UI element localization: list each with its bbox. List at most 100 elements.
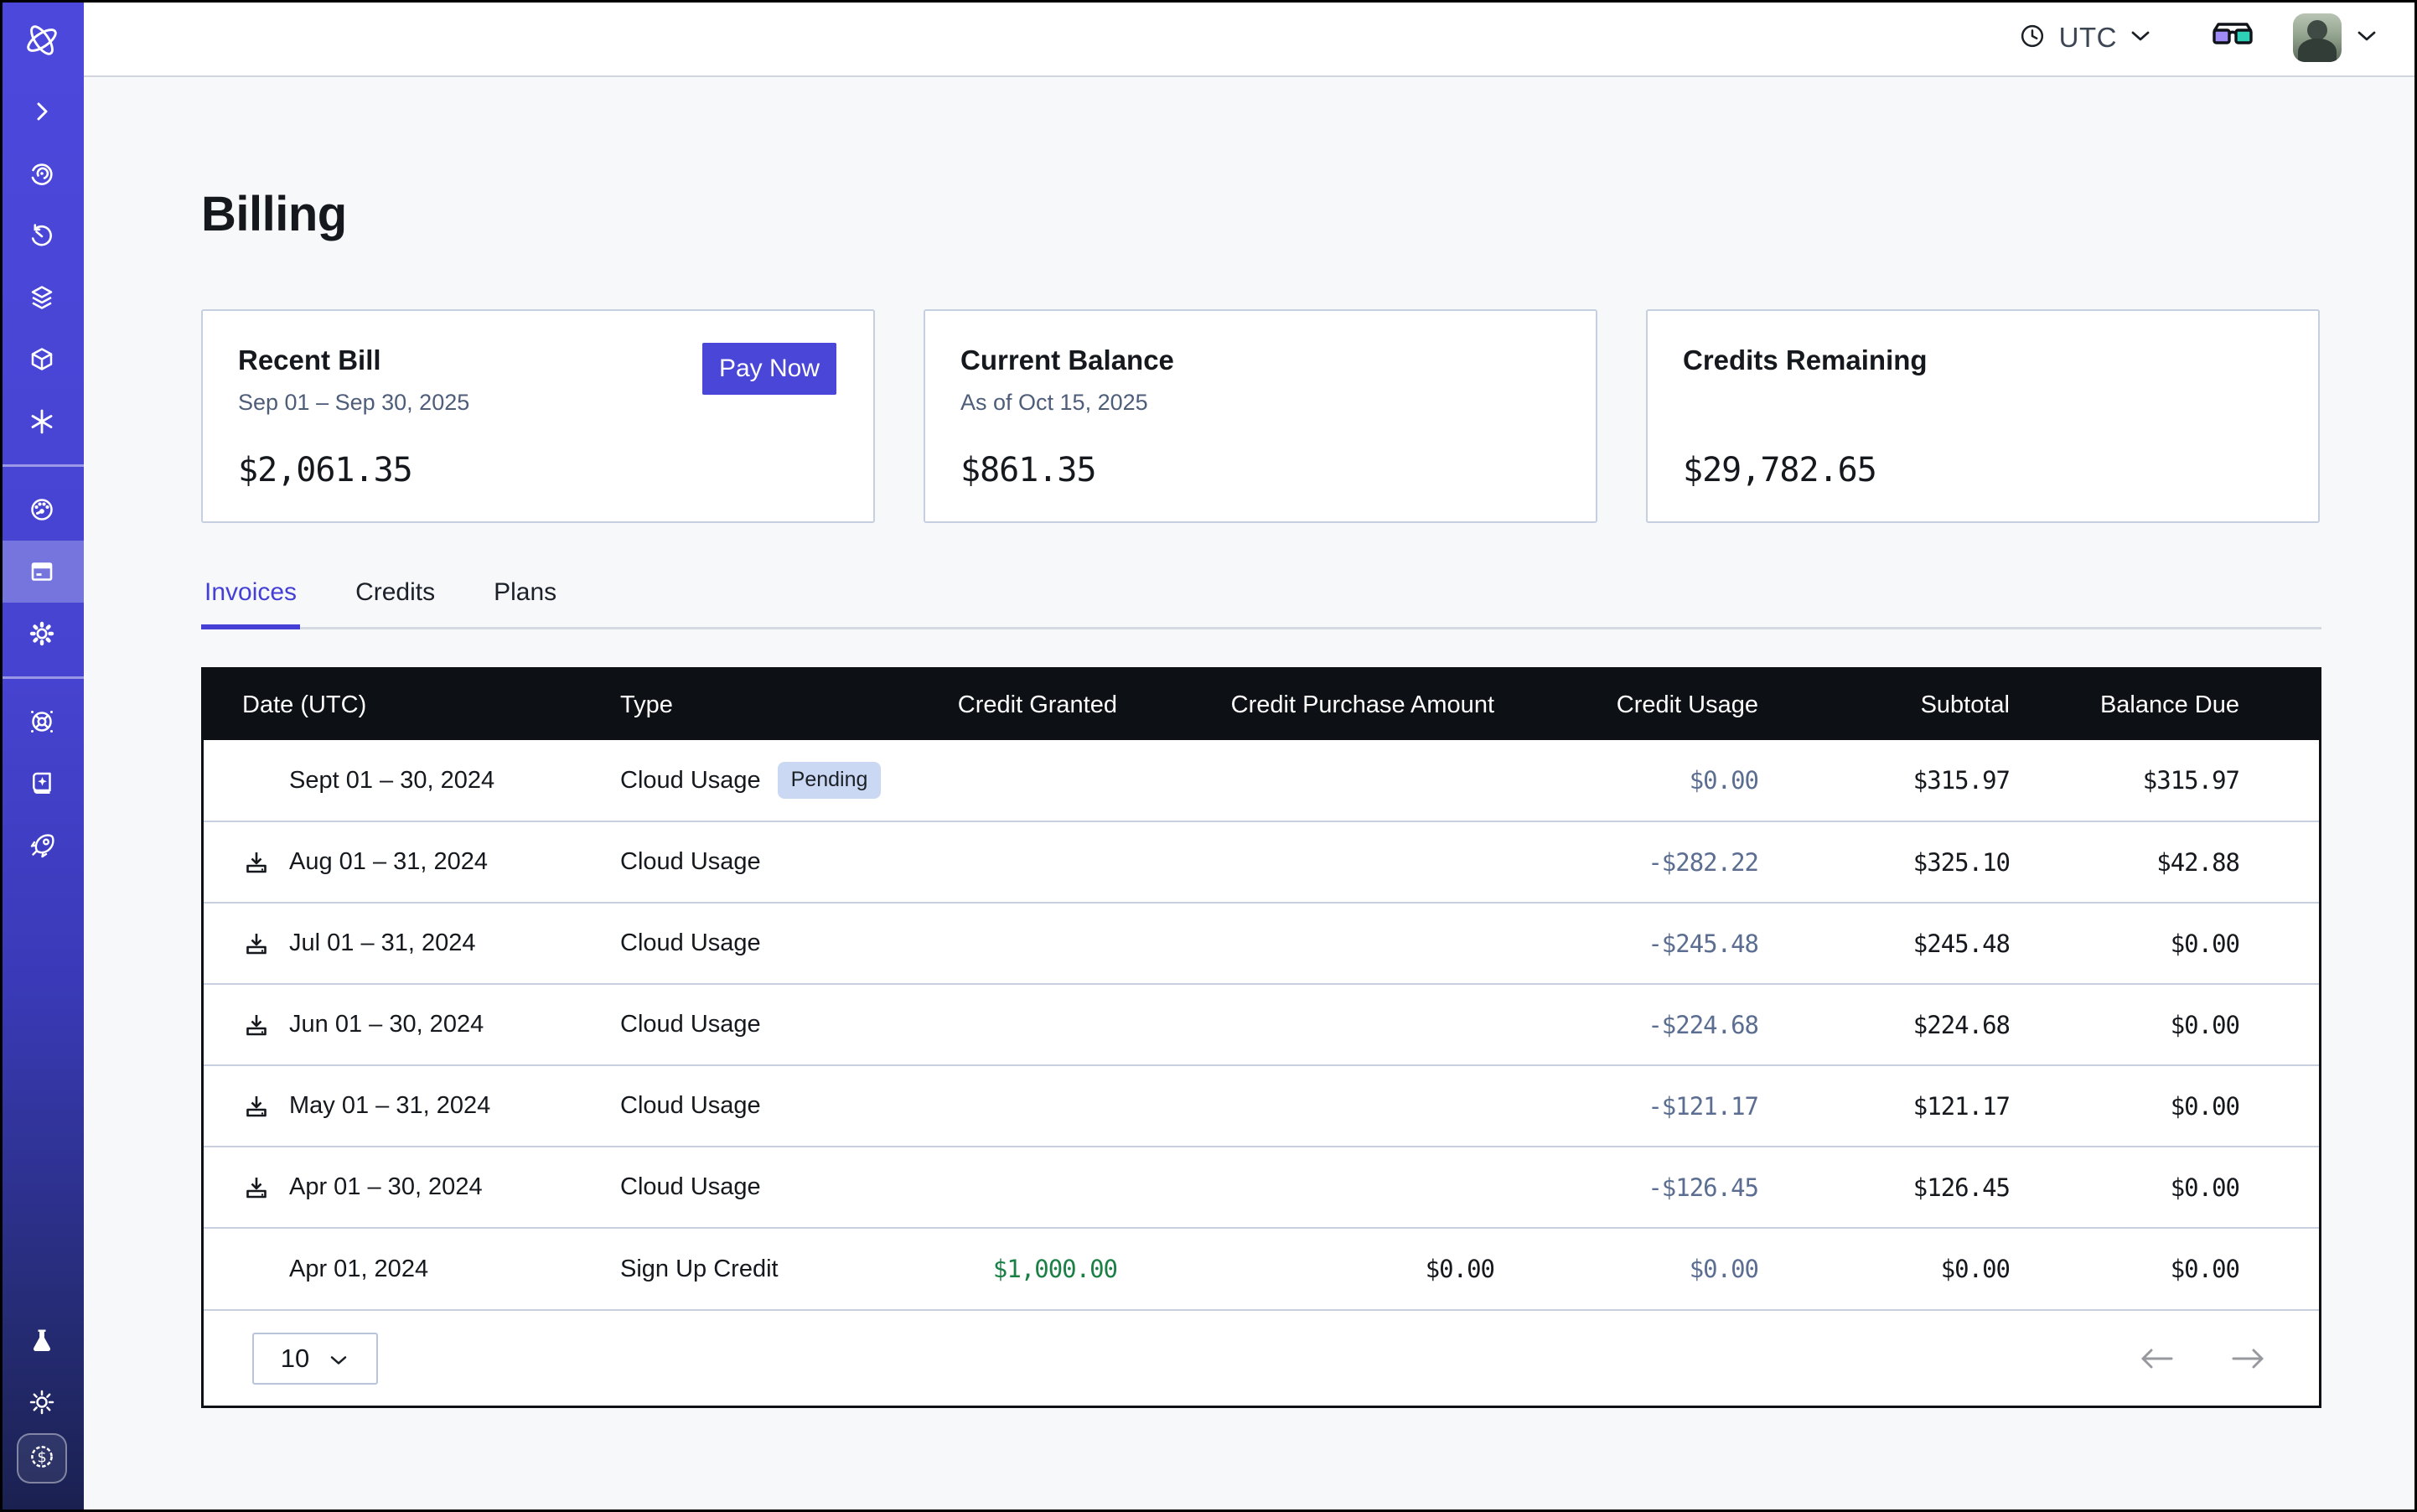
download-invoice-button[interactable] [242, 1011, 271, 1039]
credit-purchase-value [1155, 740, 1532, 821]
sidebar-item-observe[interactable] [0, 142, 84, 205]
sidebar-item-expand[interactable] [0, 80, 84, 142]
sidebar-item-billing[interactable] [0, 541, 84, 603]
previous-page-button[interactable] [2138, 1346, 2175, 1371]
sidebar-item-packages[interactable] [0, 329, 84, 391]
glasses-icon [2211, 20, 2254, 56]
credits-remaining-card: Credits Remaining $29,782.65 [1646, 309, 2320, 523]
sidebar-item-getting-started[interactable] [0, 815, 84, 877]
table-row: Apr 01 – 30, 2024 Cloud Usage -$126.45 $… [204, 1147, 2319, 1228]
content-column: UTC [84, 0, 2417, 1512]
credit-granted-value [912, 821, 1155, 903]
cube-icon [26, 344, 58, 375]
download-invoice-button[interactable] [242, 848, 271, 877]
invoice-date: Aug 01 – 31, 2024 [289, 848, 488, 876]
column-header-date: Date (UTC) [204, 670, 598, 740]
table-row: Jul 01 – 31, 2024 Cloud Usage -$245.48 $… [204, 903, 2319, 984]
balance-due-value: $0.00 [2047, 1147, 2319, 1228]
svg-text:$: $ [37, 1448, 46, 1466]
subtotal-value: $0.00 [1796, 1228, 2047, 1309]
sidebar-item-support[interactable] [0, 691, 84, 753]
recent-bill-card: Recent Bill Sep 01 – Sep 30, 2025 $2,061… [201, 309, 875, 523]
download-invoice-button[interactable] [242, 1173, 271, 1202]
sidebar-item-labs[interactable] [0, 1309, 84, 1371]
sidebar-item-docs[interactable] [0, 753, 84, 815]
invoice-date: Apr 01, 2024 [289, 1256, 428, 1283]
column-header-credit-granted: Credit Granted [912, 670, 1155, 740]
card-subtitle: As of Oct 15, 2025 [960, 390, 1560, 416]
invoice-type: Cloud Usage [620, 1173, 761, 1201]
page-size-select[interactable]: 10 [252, 1333, 378, 1385]
chevron-down-icon [2355, 28, 2378, 48]
table-footer: 10 [204, 1309, 2319, 1406]
chevron-down-icon [328, 1344, 349, 1374]
timezone-selector[interactable]: UTC [2017, 21, 2152, 55]
credits-remaining-amount: $29,782.65 [1683, 451, 2283, 489]
sidebar-item-usage[interactable] [0, 479, 84, 541]
credit-purchase-value [1155, 1065, 1532, 1147]
credit-granted-value [912, 1147, 1155, 1228]
status-badge: Pending [778, 762, 882, 799]
tab-invoices[interactable]: Invoices [201, 578, 300, 627]
balance-due-value: $42.88 [2047, 821, 2319, 903]
credit-usage-value: -$121.17 [1532, 1065, 1796, 1147]
credit-purchase-value [1155, 903, 1532, 984]
column-header-balance-due: Balance Due [2047, 670, 2319, 740]
recent-bill-amount: $2,061.35 [238, 451, 838, 489]
account-menu[interactable] [2293, 13, 2378, 62]
invoice-date: May 01 – 31, 2024 [289, 1092, 490, 1120]
table-row: Apr 01, 2024 Sign Up Credit $1,000.00 $0… [204, 1228, 2319, 1309]
sidebar-divider [0, 676, 84, 679]
summary-cards: Recent Bill Sep 01 – Sep 30, 2025 $2,061… [201, 309, 2321, 523]
balance-due-value: $0.00 [2047, 984, 2319, 1065]
table-header-row: Date (UTC) Type Credit Granted Credit Pu… [204, 670, 2319, 740]
page-size-value: 10 [281, 1344, 309, 1374]
chevron-down-icon [2129, 28, 2152, 48]
sidebar-item-layers[interactable] [0, 267, 84, 329]
invoice-type: Cloud Usage [620, 767, 761, 795]
credit-usage-value: $0.00 [1532, 740, 1796, 821]
dollar-badge-icon: $ [25, 1440, 59, 1478]
sidebar-item-theme[interactable] [0, 1371, 84, 1433]
asterisk-icon [26, 406, 58, 438]
credit-purchase-value [1155, 821, 1532, 903]
sidebar-divider [0, 464, 84, 467]
current-balance-amount: $861.35 [960, 451, 1560, 489]
page-title: Billing [201, 186, 2321, 242]
next-page-button[interactable] [2230, 1346, 2267, 1371]
view-mode-button[interactable] [2211, 20, 2254, 56]
subtotal-value: $126.45 [1796, 1147, 2047, 1228]
balance-due-value: $0.00 [2047, 1065, 2319, 1147]
history-timer-icon [26, 220, 58, 251]
tab-plans[interactable]: Plans [490, 578, 560, 627]
current-balance-card: Current Balance As of Oct 15, 2025 $861.… [924, 309, 1597, 523]
pay-now-button[interactable]: Pay Now [702, 343, 836, 395]
credit-usage-value: -$282.22 [1532, 821, 1796, 903]
invoices-table-container: Date (UTC) Type Credit Granted Credit Pu… [201, 667, 2321, 1408]
credit-purchase-value: $0.00 [1155, 1228, 1532, 1309]
billing-tabs: Invoices Credits Plans [201, 578, 2321, 629]
book-sparkle-icon [26, 768, 58, 800]
sun-icon [26, 1386, 58, 1418]
subtotal-value: $224.68 [1796, 984, 2047, 1065]
invoice-type: Sign Up Credit [620, 1256, 779, 1283]
sidebar-logo[interactable] [0, 0, 84, 80]
card-title: Current Balance [960, 344, 1560, 376]
gauge-icon [26, 494, 58, 526]
main-content: Billing Recent Bill Sep 01 – Sep 30, 202… [84, 77, 2417, 1512]
timezone-label: UTC [2059, 22, 2117, 54]
sidebar-item-settings[interactable] [0, 603, 84, 665]
sidebar-item-functions[interactable] [0, 391, 84, 453]
column-header-subtotal: Subtotal [1796, 670, 2047, 740]
sidebar-item-credits-badge[interactable]: $ [17, 1433, 67, 1484]
flask-icon [26, 1324, 58, 1356]
credit-usage-value: -$245.48 [1532, 903, 1796, 984]
table-row: May 01 – 31, 2024 Cloud Usage -$121.17 $… [204, 1065, 2319, 1147]
download-invoice-button[interactable] [242, 1092, 271, 1121]
sidebar-item-history[interactable] [0, 205, 84, 267]
balance-due-value: $0.00 [2047, 1228, 2319, 1309]
tab-credits[interactable]: Credits [352, 578, 438, 627]
column-header-type: Type [598, 670, 912, 740]
download-invoice-button[interactable] [242, 929, 271, 958]
credit-granted-value [912, 1065, 1155, 1147]
